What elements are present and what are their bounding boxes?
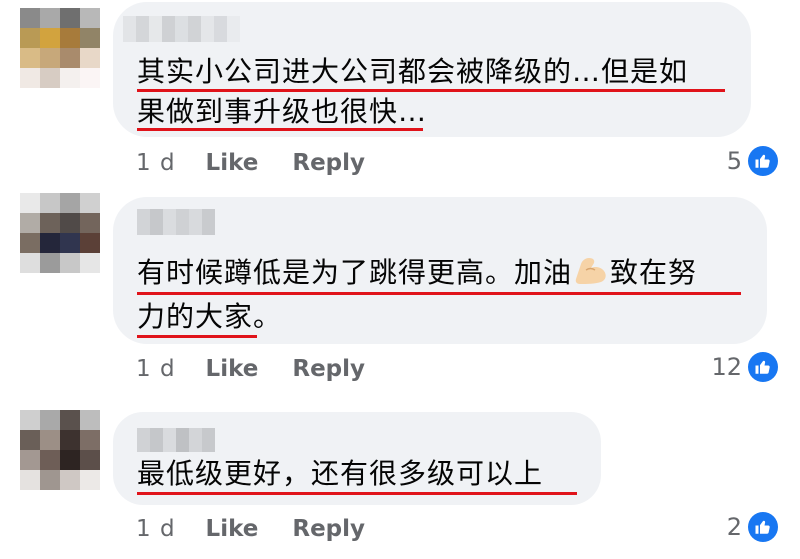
like-button[interactable]: Like [206, 356, 259, 382]
reply-button[interactable]: Reply [292, 150, 365, 176]
reply-button[interactable]: Reply [292, 516, 365, 542]
reply-button[interactable]: Reply [292, 356, 365, 382]
red-underline [137, 492, 577, 495]
reaction-summary[interactable]: 2 [727, 512, 778, 542]
blurred-author-name[interactable] [137, 428, 215, 452]
reaction-count: 12 [711, 353, 742, 381]
timestamp[interactable]: 1 d [136, 516, 176, 542]
red-underline [137, 128, 423, 131]
blurred-author-name[interactable] [123, 16, 240, 42]
comment-actions: 1 d Like Reply [136, 356, 365, 382]
reaction-summary[interactable]: 12 [711, 352, 778, 382]
avatar[interactable] [20, 8, 100, 88]
timestamp[interactable]: 1 d [136, 356, 176, 382]
blurred-author-name[interactable] [137, 209, 215, 235]
timestamp[interactable]: 1 d [136, 150, 176, 176]
comment-actions: 1 d Like Reply [136, 150, 365, 176]
comment-text-line-1: 有时候蹲低是为了跳得更高。加油 致在努 [137, 255, 697, 291]
comment-bubble: 其实小公司进大公司都会被降级的…但是如 果做到事升级也很快… [113, 2, 751, 137]
thumbs-up-icon [748, 512, 778, 542]
comment-bubble: 有时候蹲低是为了跳得更高。加油 致在努 力的大家。 [113, 197, 767, 344]
reaction-count: 5 [726, 147, 742, 175]
thumbs-up-icon [748, 352, 778, 382]
reaction-count: 2 [726, 513, 742, 541]
comment-text-fragment: 有时候蹲低是为了跳得更高。加油 [137, 256, 573, 289]
comment-text-line-2: 力的大家。 [137, 300, 283, 333]
flexed-biceps-icon [574, 256, 608, 286]
thumbs-up-icon [748, 146, 778, 176]
comment-text-fragment: 致在努 [610, 256, 698, 289]
comment-text-line-1: 最低级更好，还有很多级可以上 [137, 457, 544, 490]
like-button[interactable]: Like [206, 150, 259, 176]
red-underline [137, 335, 257, 338]
comment-actions: 1 d Like Reply [136, 516, 365, 542]
comment-text-line-2: 果做到事升级也很快… [137, 95, 428, 128]
avatar[interactable] [20, 410, 100, 490]
reaction-summary[interactable]: 5 [727, 146, 778, 176]
red-underline [137, 89, 725, 92]
avatar[interactable] [20, 193, 100, 273]
like-button[interactable]: Like [206, 516, 259, 542]
red-underline [137, 292, 741, 295]
comment-bubble: 最低级更好，还有很多级可以上 [113, 412, 601, 505]
comment-text-line-1: 其实小公司进大公司都会被降级的…但是如 [137, 55, 689, 88]
